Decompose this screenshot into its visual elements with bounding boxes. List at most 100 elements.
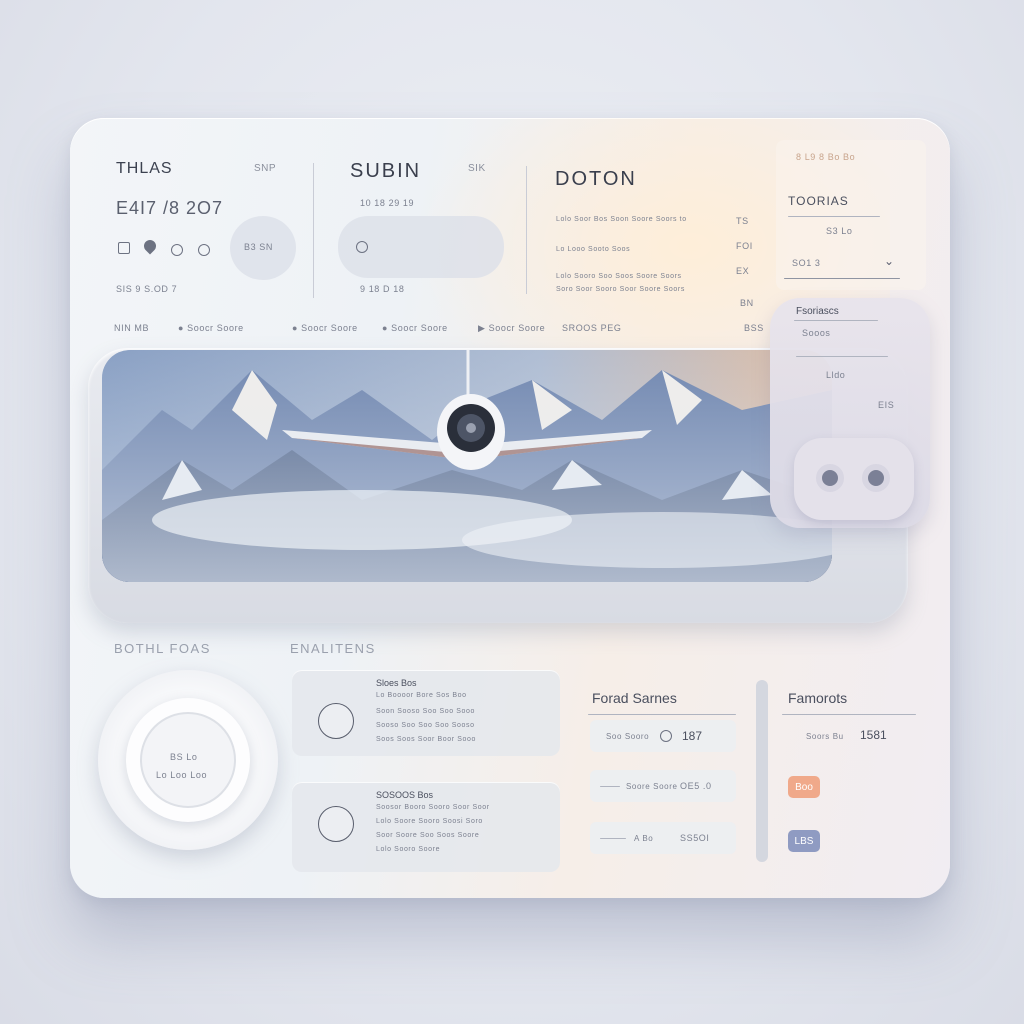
radio-icon[interactable] bbox=[660, 730, 672, 742]
card-2-line-1: Soosor Booro Sooro Soor Soor bbox=[376, 804, 490, 811]
circle-icon-b[interactable] bbox=[198, 244, 210, 256]
mountain-airplane-illustration bbox=[102, 350, 832, 582]
side-field-1[interactable]: S3 Lo bbox=[826, 226, 853, 236]
dial-label: BS Lo bbox=[170, 752, 198, 762]
col3-line-1: Lolo Soor Bos Soon Soore Soors to bbox=[556, 216, 687, 223]
side-top-meta: 8 L9 8 Bo Bo bbox=[796, 152, 856, 162]
side-card-label-1: Lldo bbox=[826, 370, 846, 380]
divider-2 bbox=[526, 166, 527, 294]
toolbar-item-4[interactable]: ● Soocr Soore bbox=[382, 323, 448, 333]
header-title-3: DOTON bbox=[555, 168, 637, 190]
header-title-2: SUBIN bbox=[350, 160, 422, 182]
bubble-indicator[interactable]: B3 SN bbox=[230, 216, 296, 280]
forecast-row-3-value: SS5OI bbox=[680, 833, 710, 843]
toolbar-item-3-label: Soocr Soore bbox=[301, 323, 358, 333]
side-card-field[interactable]: Sooos bbox=[802, 328, 831, 338]
forecast-row-3-dash bbox=[600, 838, 626, 839]
dot-icon: ● bbox=[292, 323, 302, 333]
col3-meta-1: TS bbox=[736, 216, 749, 226]
col2-ticks: 10 18 29 19 bbox=[360, 198, 415, 208]
card-2-line-4: Lolo Sooro Soore bbox=[376, 846, 441, 853]
card-1-line-1: Lo Boooor Bore Sos Boo bbox=[376, 692, 467, 699]
card-2-line-2: Lolo Soore Sooro Soosi Soro bbox=[376, 818, 483, 825]
col3-line-4: Soro Soor Sooro Soor Soore Soors bbox=[556, 286, 685, 293]
forecast-row-1-value: 187 bbox=[682, 729, 703, 743]
drop-icon[interactable] bbox=[141, 237, 159, 255]
dot-icon: ● bbox=[382, 323, 392, 333]
side-title: TOORIAS bbox=[788, 194, 849, 208]
col2-sub: 9 18 D 18 bbox=[360, 284, 405, 294]
control-button-right[interactable] bbox=[862, 464, 890, 492]
toolbar-item-5[interactable]: ▶ Soocr Soore bbox=[478, 323, 545, 334]
toolbar-item-3[interactable]: ● Soocr Soore bbox=[292, 323, 358, 333]
side-panel: 8 L9 8 Bo Bo TOORIAS S3 Lo SO1 3 ⌄ bbox=[776, 140, 926, 290]
card-1-title: Sloes Bos bbox=[376, 678, 417, 688]
col3-line-2: Lo Looo Sooto Soos bbox=[556, 246, 631, 253]
dial-control[interactable]: BS Lo Lo Loo Loo bbox=[98, 670, 278, 850]
forecast-title: Forad Sarnes bbox=[592, 690, 677, 706]
forecast-row-3[interactable]: A Bo SS5OI bbox=[590, 822, 736, 854]
toolbar-item-2-label: Soocr Soore bbox=[187, 323, 244, 333]
main-panel: THLAS SNP E4I7 /8 2O7 SIS 9 S.OD 7 B3 SN… bbox=[70, 118, 950, 898]
col3-meta-2: FOI bbox=[736, 241, 753, 251]
toolbar-item-5-label: Soocr Soore bbox=[488, 323, 546, 333]
toolbar-item-2[interactable]: ● Soocr Soore bbox=[178, 323, 244, 333]
play-icon: ▶ bbox=[478, 323, 489, 333]
info-card-2[interactable]: SOSOOS Bos Soosor Booro Sooro Soor Soor … bbox=[292, 782, 560, 872]
side-card-label-2: EIS bbox=[878, 400, 895, 410]
header-title-1: THLAS bbox=[116, 160, 173, 177]
dial-sub: Lo Loo Loo bbox=[156, 770, 208, 780]
card-2-line-3: Soor Soore Soo Soos Soore bbox=[376, 832, 480, 839]
dial-inner: BS Lo Lo Loo Loo bbox=[126, 698, 250, 822]
card-2-title: SOSOOS Bos bbox=[376, 790, 434, 800]
side-card-title: Fsoriascs bbox=[796, 306, 839, 317]
col3-meta-4: BN bbox=[740, 298, 754, 308]
forecast-row-2[interactable]: Soore Soore OE5 .0 bbox=[590, 770, 736, 802]
tag-blue[interactable]: LBS bbox=[788, 830, 820, 852]
forecast-row-1[interactable]: Soo Sooro 187 bbox=[590, 720, 736, 752]
header-value-1: E4I7 /8 2O7 bbox=[116, 198, 224, 218]
divider-1 bbox=[313, 163, 314, 298]
col3-line-3: Lolo Sooro Soo Soos Soore Soors bbox=[556, 273, 682, 280]
card-2-action-button[interactable] bbox=[318, 806, 354, 842]
col3-meta-3: EX bbox=[736, 266, 750, 276]
famorts-rule bbox=[782, 714, 916, 715]
tag-orange[interactable]: Boo bbox=[788, 776, 820, 798]
circle-icon-a[interactable] bbox=[171, 244, 183, 256]
control-button-left[interactable] bbox=[816, 464, 844, 492]
forecast-row-3-label: A Bo bbox=[634, 834, 654, 843]
card-1-line-2: Soon Sooso Soo Soo Sooo bbox=[376, 708, 476, 715]
side-field-underline bbox=[784, 278, 900, 279]
toolbar-item-1[interactable]: NIN MB bbox=[114, 323, 149, 333]
dial-core[interactable]: BS Lo Lo Loo Loo bbox=[140, 712, 236, 808]
forecast-row-2-value: OE5 .0 bbox=[680, 781, 712, 791]
famorts-row-value: 1581 bbox=[860, 728, 887, 742]
info-card-1[interactable]: Sloes Bos Lo Boooor Bore Sos Boo Soon So… bbox=[292, 670, 560, 756]
flight-hero-image bbox=[102, 350, 832, 582]
toolbar-item-6[interactable]: SROOS PEG bbox=[562, 323, 621, 333]
side-card-rule-2 bbox=[796, 356, 888, 357]
bubble-label: B3 SN bbox=[244, 242, 274, 252]
forecast-row-2-dash bbox=[600, 786, 620, 787]
forecast-rule bbox=[588, 714, 736, 715]
side-field-2[interactable]: SO1 3 bbox=[792, 258, 821, 268]
dot-icon: ● bbox=[178, 323, 188, 333]
header-sub-1: SIS 9 S.OD 7 bbox=[116, 284, 178, 294]
slider-track[interactable] bbox=[338, 216, 504, 278]
chevron-down-icon[interactable]: ⌄ bbox=[884, 254, 894, 268]
side-card-rule bbox=[794, 320, 878, 321]
slider-knob-icon[interactable] bbox=[356, 241, 368, 253]
col3-meta-5: BSS bbox=[744, 323, 764, 333]
bottom-left-title: BOTHL FOAS bbox=[114, 641, 211, 656]
control-pod bbox=[794, 438, 914, 520]
battery-icon[interactable] bbox=[118, 242, 130, 254]
card-1-action-button[interactable] bbox=[318, 703, 354, 739]
toolbar-item-4-label: Soocr Soore bbox=[391, 323, 448, 333]
side-rule bbox=[788, 216, 880, 217]
card-1-line-4: Soos Soos Soor Boor Sooo bbox=[376, 736, 477, 743]
header-meta-1: SNP bbox=[254, 163, 277, 174]
vertical-scrollbar[interactable] bbox=[756, 680, 768, 862]
famorts-row-label: Soors Bu bbox=[806, 732, 844, 741]
header-meta-2: SIK bbox=[468, 163, 486, 174]
forecast-row-1-label: Soo Sooro bbox=[606, 732, 650, 741]
